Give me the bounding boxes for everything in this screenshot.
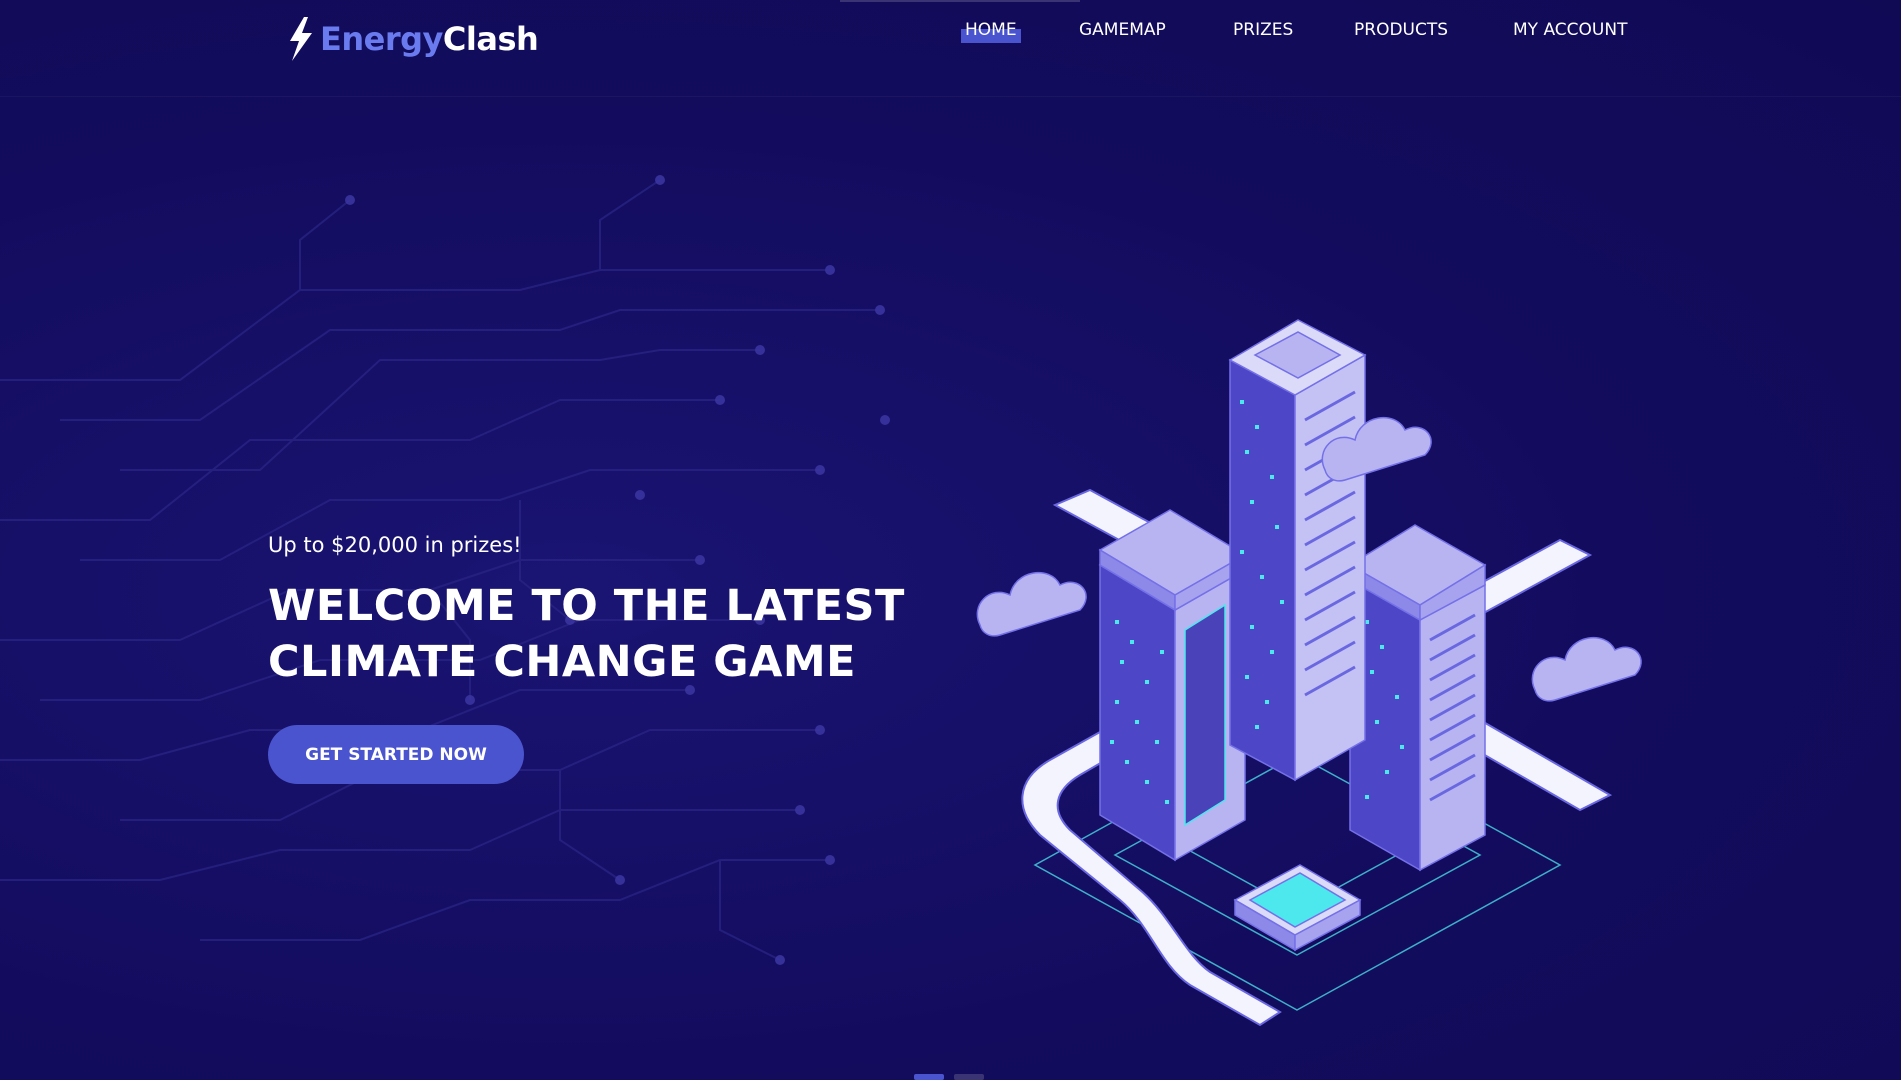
top-accent-line (840, 0, 1080, 2)
isometric-city-illustration (976, 319, 1642, 1027)
nav-item-home[interactable]: HOME (961, 20, 1021, 43)
hero-kicker: Up to $20,000 in prizes! (268, 533, 522, 557)
nav-item-products[interactable]: PRODUCTS (1354, 20, 1448, 40)
slider-dot-1[interactable] (914, 1074, 944, 1080)
hero-headline: WELCOME TO THE LATEST CLIMATE CHANGE GAM… (268, 578, 908, 690)
nav-item-my-account[interactable]: MY ACCOUNT (1513, 20, 1627, 40)
hero-headline-line1: WELCOME TO THE LATEST (268, 581, 905, 631)
nav-item-gamemap[interactable]: GAMEMAP (1079, 20, 1166, 40)
slider-dot-2[interactable] (954, 1074, 984, 1080)
main-nav: HOME GAMEMAP PRIZES PRODUCTS MY ACCOUNT (0, 20, 1901, 50)
slider-dots (914, 1074, 984, 1080)
nav-item-prizes[interactable]: PRIZES (1233, 20, 1293, 40)
hero-headline-line2: CLIMATE CHANGE GAME (268, 637, 857, 687)
site-header: EnergyClash HOME GAMEMAP PRIZES PRODUCTS… (0, 0, 1901, 97)
get-started-button[interactable]: GET STARTED NOW (268, 725, 524, 784)
